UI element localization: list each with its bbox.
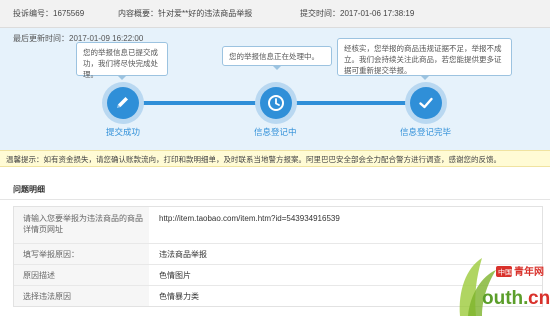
row-label: 原因描述 — [23, 271, 55, 280]
row-value: 色情暴力类 — [159, 292, 199, 301]
checkmark-icon — [419, 97, 433, 109]
progress-line-1 — [138, 101, 260, 105]
row-value: 色情图片 — [159, 271, 191, 280]
submit-time: 提交时间：2017-01-06 17:38:19 — [300, 9, 415, 18]
youth-cn-logo: 中国 青年网 outh. cn — [459, 258, 550, 316]
warning-bar: 温馨提示：如有资金损失，请您确认账款流向，打印和款明细单，及时联系当地警方报案。… — [0, 150, 550, 167]
row-label: 填写举报原因： — [23, 250, 79, 259]
question-details-title: 问题明细 — [13, 185, 45, 194]
table-row: 请输入您要举报为违法商品的商品详情页网址 http://item.taobao.… — [14, 207, 542, 244]
step-processing-circle — [260, 87, 292, 119]
step-label-processing: 信息登记中 — [254, 127, 297, 137]
svg-text:outh.: outh. — [482, 288, 528, 309]
content-summary: 内容概要：针对爱**好的违法商品举报 — [118, 9, 253, 18]
product-url[interactable]: http://item.taobao.com/item.htm?id=54393… — [159, 214, 340, 223]
step-label-submitted: 提交成功 — [106, 127, 141, 137]
pencil-icon — [117, 97, 128, 108]
row-label: 选择违法原因 — [23, 292, 71, 301]
row-label: 请输入您要举报为违法商品的商品详情页网址 — [23, 214, 143, 234]
svg-text:中国: 中国 — [498, 268, 512, 277]
progress-line-2 — [292, 101, 410, 105]
row-value: 违法商品举报 — [159, 250, 207, 259]
complaint-info-bar: 投诉编号：1675569 内容概要：针对爱**好的违法商品举报 提交时间：201… — [0, 0, 550, 28]
svg-text:cn: cn — [528, 288, 550, 309]
bubble-result: 经核实，您举报的商品违规证据不足，举报不成立。我们会持续关注此商品，若您能提供更… — [337, 38, 512, 80]
step-complete-circle — [410, 87, 442, 119]
bubble-submitted: 您的举报信息已提交成功，我们将尽快完成处理。 — [76, 42, 168, 80]
complaint-number: 投诉编号：1675569 — [13, 9, 85, 18]
svg-text:青年网: 青年网 — [514, 265, 544, 278]
step-label-complete: 信息登记完毕 — [400, 127, 452, 137]
clock-icon — [268, 95, 284, 111]
divider — [0, 199, 550, 200]
step-submitted-circle — [107, 87, 139, 119]
bubble-processing: 您的举报信息正在处理中。 — [222, 46, 332, 70]
warning-text: 温馨提示：如有资金损失，请您确认账款流向，打印和款明细单，及时联系当地警方报案。… — [6, 155, 501, 164]
